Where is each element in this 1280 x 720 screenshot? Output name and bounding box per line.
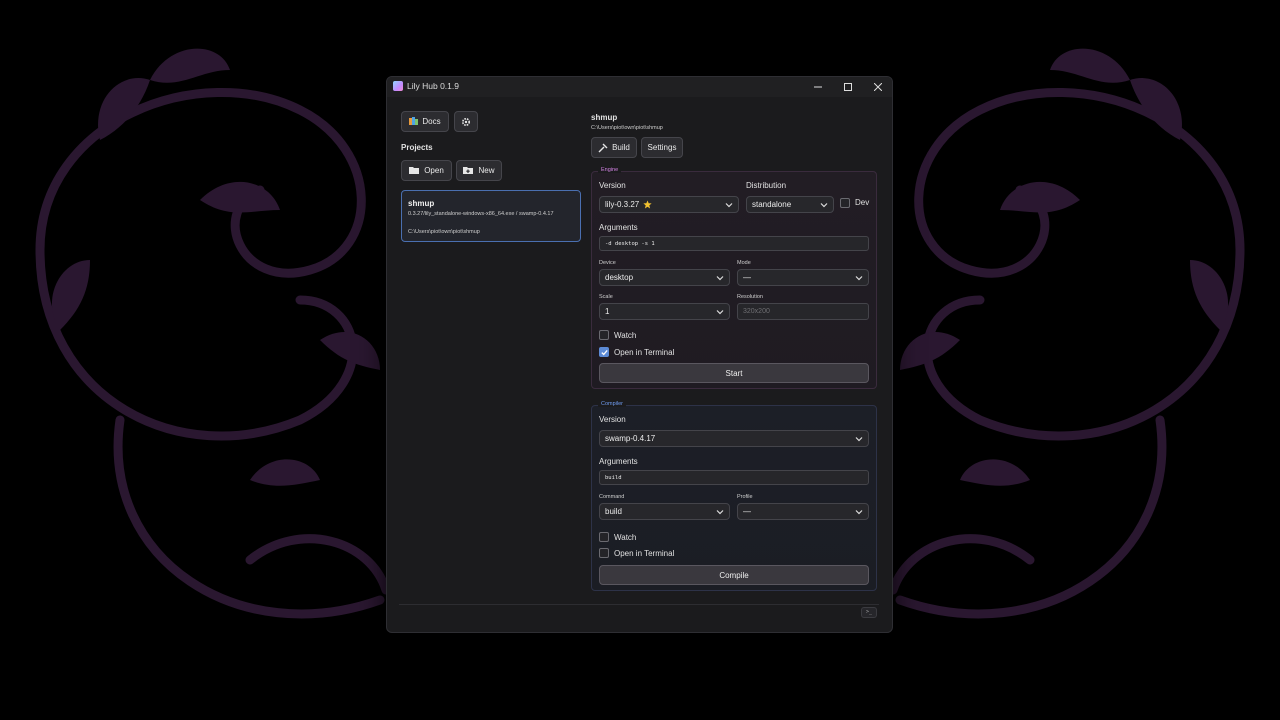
device-value: desktop [605, 273, 634, 282]
command-label: Command [599, 494, 625, 500]
command-value: build [605, 507, 622, 516]
compiler-version-select[interactable]: swamp-0.4.17 [599, 430, 869, 447]
chevron-down-icon [855, 510, 863, 515]
gear-icon [461, 117, 471, 126]
compiler-group: Compiler Version swamp-0.4.17 Arguments … [591, 401, 877, 591]
engine-arguments-label: Arguments [599, 223, 638, 232]
folder-open-icon [409, 167, 420, 174]
chevron-down-icon [716, 310, 724, 315]
engine-watch-label: Watch [614, 331, 637, 340]
close-icon[interactable] [863, 77, 892, 97]
engine-terminal-label: Open in Terminal [614, 348, 675, 357]
distribution-select[interactable]: standalone [746, 196, 834, 213]
compiler-arguments-input[interactable]: build [599, 470, 869, 485]
engine-arguments-input[interactable]: -d desktop -s 1 [599, 236, 869, 251]
dev-checkbox[interactable] [840, 198, 850, 208]
start-button[interactable]: Start [599, 363, 869, 383]
chevron-down-icon [820, 203, 828, 208]
scale-select[interactable]: 1 [599, 303, 730, 320]
device-label: Device [599, 260, 616, 266]
compiler-group-tag: Compiler [598, 401, 627, 407]
terminal-icon[interactable]: >_ [861, 607, 877, 618]
open-label: Open [424, 166, 444, 175]
compiler-terminal-label: Open in Terminal [614, 549, 675, 558]
profile-label: Profile [737, 494, 753, 500]
scale-label: Scale [599, 294, 613, 300]
command-select[interactable]: build [599, 503, 730, 520]
compiler-arguments-label: Arguments [599, 457, 638, 466]
window-title: Lily Hub 0.1.9 [407, 81, 459, 91]
docs-button[interactable]: Docs [401, 111, 449, 132]
engine-version-select[interactable]: lily-0.3.27 [599, 196, 739, 213]
scale-value: 1 [605, 307, 610, 316]
maximize-icon[interactable] [833, 77, 863, 97]
tab-build-label: Build [612, 143, 630, 152]
project-versions: 0.3.27/lily_standalone-windows-x86_64.ex… [408, 211, 554, 217]
settings-gear-button[interactable] [454, 111, 478, 132]
chevron-down-icon [716, 510, 724, 515]
compiler-watch-label: Watch [614, 533, 637, 542]
star-icon [643, 200, 652, 209]
chevron-down-icon [855, 437, 863, 442]
project-card-shmup[interactable]: shmup 0.3.27/lily_standalone-windows-x86… [401, 190, 581, 242]
hammer-icon [598, 143, 608, 152]
footer-divider [399, 604, 879, 605]
resolution-label: Resolution [737, 294, 763, 300]
compiler-version-value: swamp-0.4.17 [605, 434, 656, 443]
chevron-down-icon [716, 276, 724, 281]
dev-label: Dev [855, 198, 870, 207]
engine-watch-checkbox[interactable] [599, 330, 609, 340]
checkmark-icon [601, 349, 608, 356]
compiler-version-label: Version [599, 415, 626, 424]
mode-select[interactable]: — [737, 269, 869, 286]
projects-heading: Projects [401, 143, 433, 152]
tab-settings[interactable]: Settings [641, 137, 683, 158]
engine-terminal-checkbox[interactable] [599, 347, 609, 357]
distribution-value: standalone [752, 200, 792, 209]
open-project-button[interactable]: Open [401, 160, 452, 181]
chevron-down-icon [855, 276, 863, 281]
folder-plus-icon [463, 167, 474, 174]
engine-group-tag: Engine [598, 167, 622, 173]
chevron-down-icon [725, 203, 733, 208]
profile-select[interactable]: — [737, 503, 869, 520]
engine-version-value: lily-0.3.27 [605, 200, 640, 209]
title-bar: Lily Hub 0.1.9 [387, 77, 892, 97]
project-title: shmup [591, 113, 618, 122]
new-label: New [478, 166, 495, 175]
profile-value: — [743, 507, 751, 516]
distribution-label: Distribution [746, 181, 787, 190]
engine-group: Engine Version lily-0.3.27 Distribution … [591, 167, 877, 389]
project-name: shmup [408, 199, 435, 208]
project-title-path: C:\Users\piot\own\piot\shmup [591, 125, 663, 131]
tab-build[interactable]: Build [591, 137, 637, 158]
engine-version-label: Version [599, 181, 626, 190]
docs-label: Docs [422, 117, 441, 126]
compile-button[interactable]: Compile [599, 565, 869, 585]
new-project-button[interactable]: New [456, 160, 502, 181]
compiler-terminal-checkbox[interactable] [599, 548, 609, 558]
minimize-icon[interactable] [803, 77, 833, 97]
mode-value: — [743, 273, 751, 282]
app-logo-icon [393, 81, 403, 91]
device-select[interactable]: desktop [599, 269, 730, 286]
project-path: C:\Users\piot\own\piot\shmup [408, 229, 480, 235]
compiler-watch-checkbox[interactable] [599, 532, 609, 542]
resolution-input[interactable]: 320x200 [737, 303, 869, 320]
mode-label: Mode [737, 260, 751, 266]
app-window: Lily Hub 0.1.9 Docs Projects Open New sh… [386, 76, 893, 633]
tab-settings-label: Settings [647, 143, 677, 152]
book-icon [409, 117, 419, 125]
